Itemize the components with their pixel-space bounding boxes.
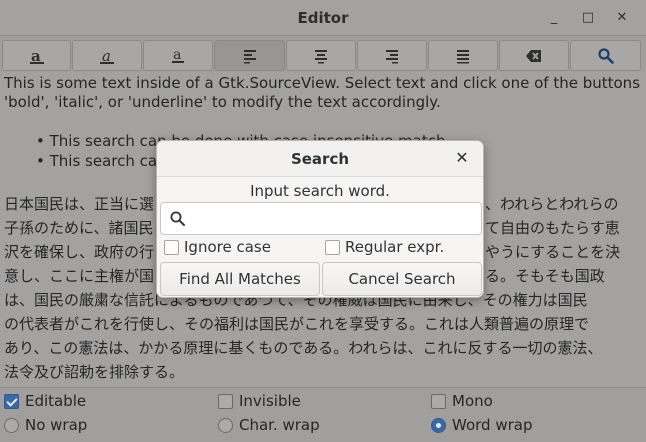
word-wrap-label: Word wrap xyxy=(452,416,533,434)
radio-icon[interactable] xyxy=(4,417,19,433)
editor-line: 意し、ここに主権が国 xyxy=(4,267,155,285)
invisible-label: Invisible xyxy=(239,392,301,410)
mono-checkbox[interactable]: Mono xyxy=(431,392,493,410)
editor-line: る。そもそも国政 xyxy=(485,267,605,285)
editor-line: 子孫のために、諸国民 xyxy=(4,219,154,237)
dialog-prompt: Input search word. xyxy=(250,182,390,200)
find-all-button[interactable]: Find All Matches xyxy=(160,262,320,296)
align-right-button[interactable] xyxy=(357,40,427,71)
editor-line: This is some text inside of a Gtk.Source… xyxy=(4,74,641,92)
regular-expr-label: Regular expr. xyxy=(345,238,445,256)
char-wrap-label: Char. wrap xyxy=(239,416,320,434)
title-bar: Editor _ □ ✕ xyxy=(0,0,646,36)
editable-checkbox[interactable]: Editable xyxy=(4,392,86,410)
editor-line: 日本国民は、正当に選 xyxy=(4,195,155,213)
options-bar: Editable Invisible Mono No wrap Char. wr… xyxy=(0,387,646,442)
search-icon xyxy=(170,211,185,226)
close-icon[interactable]: ✕ xyxy=(613,9,631,27)
dialog-close-icon[interactable]: ✕ xyxy=(453,149,471,167)
editor-line: 沢を確保し、政府の行 xyxy=(4,243,155,261)
align-justify-button[interactable] xyxy=(428,40,498,71)
clear-button[interactable] xyxy=(499,40,569,71)
search-field[interactable] xyxy=(160,202,482,235)
bold-button[interactable]: a xyxy=(2,40,71,71)
cancel-search-button[interactable]: Cancel Search xyxy=(322,262,482,296)
underline-button[interactable]: a xyxy=(143,40,213,71)
radio-icon[interactable] xyxy=(218,417,233,433)
no-wrap-label: No wrap xyxy=(25,416,88,434)
editor-line: の代表者がこれを行使し、その福利は国民がこれを享受する。これは人類普遍の原理で xyxy=(4,315,590,333)
search-icon xyxy=(597,47,614,64)
align-center-icon xyxy=(315,49,327,63)
dialog-header: Search ✕ xyxy=(157,141,483,177)
char-wrap-radio[interactable]: Char. wrap xyxy=(218,416,320,434)
minimize-icon[interactable]: _ xyxy=(545,9,563,27)
checkbox-checked-icon[interactable] xyxy=(4,393,19,409)
editor-line: 'bold', 'italic', or 'underline' to modi… xyxy=(4,93,441,111)
svg-text:a: a xyxy=(173,47,181,63)
align-left-button[interactable] xyxy=(214,40,285,71)
editor-line: 、われらとわれらの xyxy=(485,195,619,213)
underline-icon: a xyxy=(172,47,184,63)
italic-button[interactable]: a xyxy=(72,40,142,71)
editor-line: あり、この憲法は、かかる原理に基くものである。われらは、これに反する一切の憲法、 xyxy=(4,339,603,357)
editor-line: やうにすることを決 xyxy=(485,243,621,261)
regular-expr-checkbox[interactable]: Regular expr. xyxy=(325,238,444,256)
align-justify-icon xyxy=(457,49,469,63)
maximize-icon[interactable]: □ xyxy=(579,9,597,27)
ignore-case-label: Ignore case xyxy=(184,238,271,256)
align-left-icon xyxy=(243,49,256,63)
ignore-case-checkbox[interactable]: Ignore case xyxy=(164,238,271,256)
backspace-icon xyxy=(526,49,541,62)
mono-label: Mono xyxy=(452,392,493,410)
checkbox-icon[interactable] xyxy=(218,393,233,409)
editor-line: 法令及び詔勅を排除する。 xyxy=(4,363,185,381)
radio-selected-icon[interactable] xyxy=(431,417,446,433)
align-right-icon xyxy=(386,49,398,63)
toolbar: a a a xyxy=(0,37,646,72)
search-input[interactable] xyxy=(193,207,473,231)
bold-icon: a xyxy=(29,47,44,65)
checkbox-icon[interactable] xyxy=(431,393,446,409)
dialog-title: Search xyxy=(290,150,350,168)
no-wrap-radio[interactable]: No wrap xyxy=(4,416,87,434)
checkbox-icon[interactable] xyxy=(164,239,179,255)
editable-label: Editable xyxy=(25,392,87,410)
italic-icon: a xyxy=(100,47,114,65)
search-button[interactable] xyxy=(570,40,641,71)
align-center-button[interactable] xyxy=(286,40,356,71)
word-wrap-radio[interactable]: Word wrap xyxy=(431,416,532,434)
editor-line: て自由のもたらす恵 xyxy=(485,219,620,237)
checkbox-icon[interactable] xyxy=(325,239,340,255)
invisible-checkbox[interactable]: Invisible xyxy=(218,392,301,410)
search-dialog: Search ✕ Input search word. Ignore case … xyxy=(156,140,484,298)
editor-bullet: • This search can xyxy=(36,152,167,170)
